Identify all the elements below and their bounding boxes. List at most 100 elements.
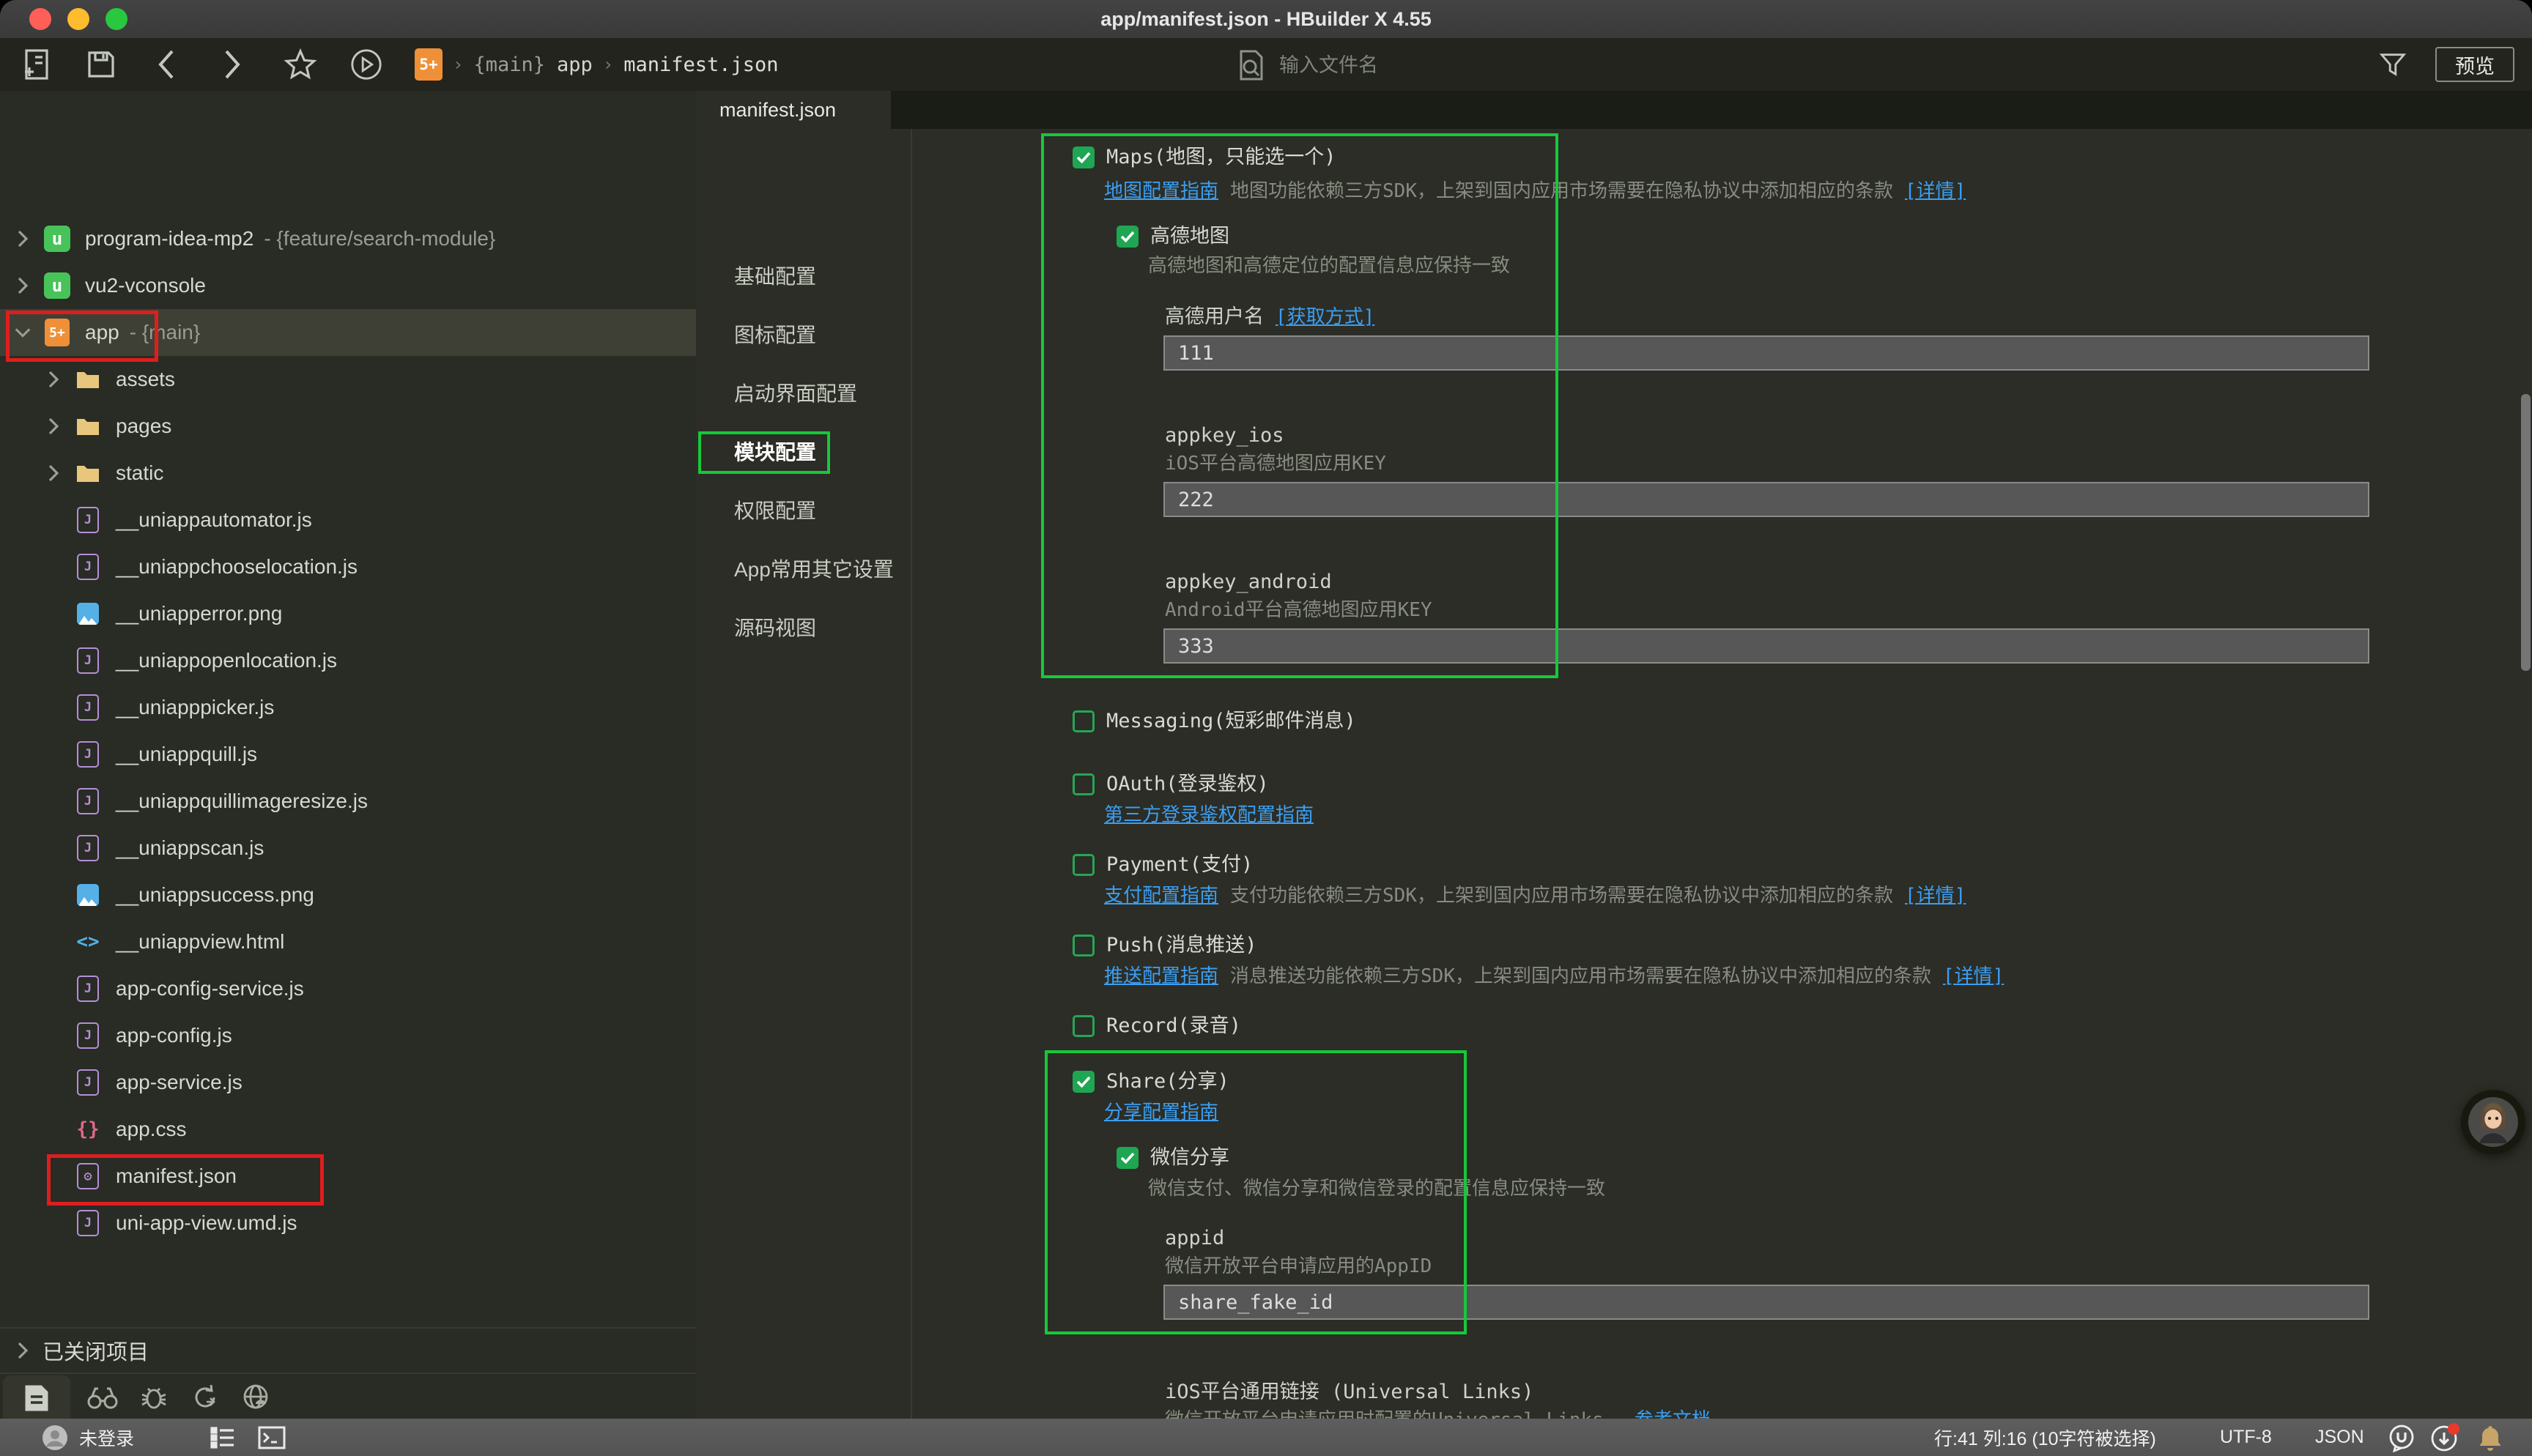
tree-file[interactable]: J app-config-service.js: [0, 965, 769, 1012]
terminal-icon[interactable]: [258, 1419, 286, 1456]
maps-checkbox[interactable]: [1073, 146, 1095, 168]
nav-item-app-other[interactable]: App常用其它设置: [696, 549, 911, 590]
assistant-avatar[interactable]: [2461, 1090, 2525, 1154]
gaode-user-howto-link[interactable]: [获取方式]: [1276, 303, 1374, 331]
search-input[interactable]: [1278, 53, 1588, 78]
run-icon[interactable]: [343, 38, 390, 91]
nav-item-icon[interactable]: 图标配置: [696, 315, 911, 356]
vertical-scrollbar[interactable]: [2521, 394, 2531, 671]
toolbar: 5+ › {main} app › manifest.json 预览: [0, 38, 2532, 92]
close-window-button[interactable]: [29, 8, 51, 30]
tree-project-program-idea-mp2[interactable]: u program-idea-mp2 - {feature/search-mod…: [0, 215, 696, 262]
nav-item-source-view[interactable]: 源码视图: [696, 608, 911, 649]
bookmark-star-icon[interactable]: [277, 38, 324, 91]
new-project-icon[interactable]: [15, 38, 59, 91]
appid-input[interactable]: [1163, 1285, 2369, 1320]
login-status[interactable]: 未登录: [79, 1419, 134, 1456]
universal-links-doc-link[interactable]: 参考文档: [1635, 1406, 1711, 1419]
filter-icon[interactable]: [2371, 38, 2415, 91]
push-detail-link[interactable]: [详情]: [1943, 962, 2004, 990]
oauth-checkbox[interactable]: [1073, 773, 1095, 795]
outline-list-icon[interactable]: [210, 1419, 236, 1456]
tree-file[interactable]: J app-service.js: [0, 1059, 769, 1106]
nav-item-permissions[interactable]: 权限配置: [696, 491, 911, 532]
tree-file[interactable]: J __uniappscan.js: [0, 825, 769, 872]
quick-open-search[interactable]: [1237, 48, 1647, 82]
push-checkbox[interactable]: [1073, 935, 1095, 957]
search-binoculars-icon[interactable]: [81, 1374, 125, 1420]
back-icon[interactable]: [145, 38, 189, 91]
breadcrumb-project[interactable]: app: [557, 53, 593, 76]
chevron-down-icon[interactable]: [13, 326, 32, 339]
tab-manifest-json[interactable]: manifest.json: [696, 91, 891, 129]
avatar-image-icon: [2466, 1095, 2520, 1149]
tree-project-app[interactable]: 5+ app - {main}: [0, 309, 696, 356]
tree-file[interactable]: J __uniappquill.js: [0, 731, 769, 778]
tree-file[interactable]: J app-config.js: [0, 1012, 769, 1059]
tree-file[interactable]: <> __uniappview.html: [0, 918, 769, 965]
update-available-icon[interactable]: [2429, 1419, 2460, 1456]
tree-file[interactable]: J uni-app-view.umd.js: [0, 1200, 769, 1247]
chevron-right-icon[interactable]: [44, 417, 63, 436]
tree-file[interactable]: J __uniapppicker.js: [0, 684, 769, 731]
explorer-tab[interactable]: [3, 1375, 70, 1420]
chevron-right-icon[interactable]: [44, 464, 63, 483]
nav-item-splash[interactable]: 启动界面配置: [696, 374, 911, 415]
gaode-map-checkbox[interactable]: [1117, 226, 1139, 248]
chevron-right-icon[interactable]: [44, 370, 63, 389]
syntax-indicator[interactable]: JSON: [2315, 1419, 2364, 1456]
tree-file-manifest[interactable]: ⚙ manifest.json: [0, 1153, 769, 1200]
push-guide-link[interactable]: 推送配置指南: [1104, 962, 1218, 990]
tree-item-label: __uniappchooselocation.js: [116, 555, 358, 579]
oauth-guide-row: 第三方登录鉴权配置指南: [1104, 801, 1314, 829]
nav-item-basic[interactable]: 基础配置: [696, 256, 911, 297]
uni-message-icon[interactable]: [2387, 1419, 2416, 1456]
tree-item-label: __uniappquillimageresize.js: [116, 790, 368, 813]
preview-button[interactable]: 预览: [2435, 47, 2514, 82]
notification-bell-icon[interactable]: [2476, 1419, 2504, 1456]
tree-file[interactable]: __uniappsuccess.png: [0, 872, 769, 918]
forward-icon[interactable]: [210, 38, 253, 91]
tree-file[interactable]: J __uniappopenlocation.js: [0, 637, 769, 684]
share-checkbox[interactable]: [1073, 1071, 1095, 1093]
user-account-icon[interactable]: [41, 1419, 69, 1456]
maps-row: Maps(地图，只能选一个): [1073, 144, 1336, 171]
maps-guide-link[interactable]: 地图配置指南: [1104, 177, 1218, 205]
tree-folder-pages[interactable]: pages: [0, 403, 740, 450]
payment-guide-link[interactable]: 支付配置指南: [1104, 882, 1218, 910]
messaging-checkbox[interactable]: [1073, 710, 1095, 732]
tree-file[interactable]: __uniapperror.png: [0, 590, 769, 637]
minimize-window-button[interactable]: [67, 8, 89, 30]
share-guide-link[interactable]: 分享配置指南: [1104, 1099, 1218, 1126]
closed-projects-section[interactable]: 已关闭项目: [0, 1327, 696, 1373]
breadcrumb-file[interactable]: manifest.json: [623, 53, 778, 76]
tree-project-vu2-vconsole[interactable]: u vu2-vconsole: [0, 262, 696, 309]
titlebar: app/manifest.json - HBuilder X 4.55: [0, 0, 2532, 38]
maximize-window-button[interactable]: [106, 8, 127, 30]
tree-file[interactable]: J __uniappautomator.js: [0, 497, 769, 543]
payment-checkbox[interactable]: [1073, 854, 1095, 876]
closed-projects-label: 已关闭项目: [42, 1335, 149, 1366]
gaode-user-input[interactable]: [1163, 335, 2369, 371]
tree-file[interactable]: J __uniappquillimageresize.js: [0, 778, 769, 825]
chevron-right-icon[interactable]: [13, 276, 32, 295]
breadcrumb-branch[interactable]: {main}: [473, 53, 545, 76]
sync-refresh-icon[interactable]: [183, 1374, 227, 1420]
encoding-indicator[interactable]: UTF-8: [2220, 1419, 2272, 1456]
oauth-guide-link[interactable]: 第三方登录鉴权配置指南: [1104, 801, 1314, 829]
tree-folder-assets[interactable]: assets: [0, 356, 740, 403]
record-checkbox[interactable]: [1073, 1015, 1095, 1037]
chevron-right-icon[interactable]: [13, 229, 32, 248]
appkey-android-input[interactable]: [1163, 628, 2369, 664]
tree-file[interactable]: J __uniappchooselocation.js: [0, 543, 769, 590]
save-icon[interactable]: [79, 38, 123, 91]
payment-detail-link[interactable]: [详情]: [1905, 882, 1966, 910]
tree-file[interactable]: {} app.css: [0, 1106, 769, 1153]
tree-folder-static[interactable]: static: [0, 450, 740, 497]
cursor-position[interactable]: 行:41 列:16 (10字符被选择): [1934, 1419, 2156, 1456]
web-globe-icon[interactable]: [234, 1374, 278, 1420]
debug-bug-icon[interactable]: [132, 1374, 176, 1420]
maps-detail-link[interactable]: [详情]: [1905, 177, 1966, 205]
appkey-ios-input[interactable]: [1163, 482, 2369, 517]
wechat-share-checkbox[interactable]: [1117, 1147, 1139, 1169]
